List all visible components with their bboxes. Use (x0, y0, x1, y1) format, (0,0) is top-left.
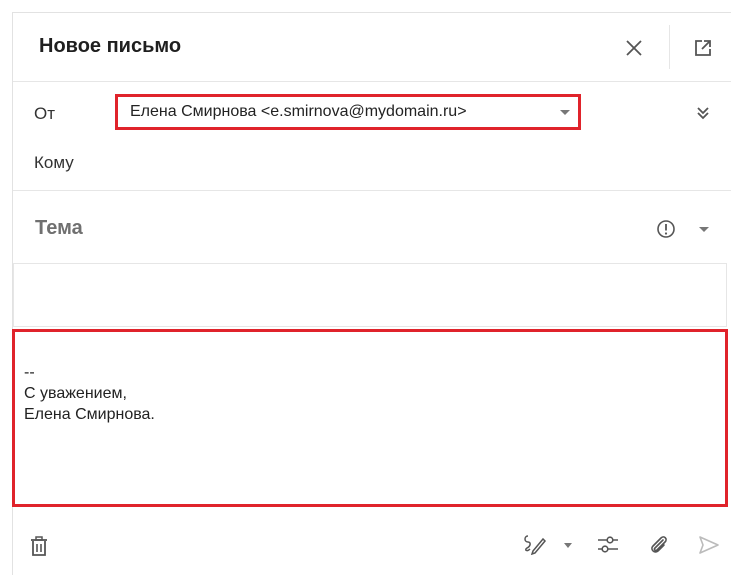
header-divider (669, 25, 670, 69)
from-label: От (34, 104, 56, 123)
send-icon (699, 536, 719, 554)
recipients-divider (13, 190, 731, 191)
from-value: Елена Смирнова <e.smirnova@mydomain.ru> (130, 103, 467, 120)
signature-line: С уважением, (24, 385, 127, 402)
message-body[interactable]: -- С уважением, Елена Смирнова. (12, 329, 728, 507)
editor-toolbar (13, 263, 727, 327)
signature-dropdown-caret[interactable] (564, 543, 572, 548)
close-icon (626, 40, 642, 56)
double-chevron-down-icon (697, 107, 709, 120)
signature: -- С уважением, Елена Смирнова. (24, 362, 155, 425)
sliders-icon (598, 536, 618, 553)
exclamation-circle-icon (657, 220, 675, 238)
compose-header: Новое письмо (13, 13, 731, 82)
to-input[interactable] (115, 143, 679, 185)
compose-window: Новое письмо От Елена Смирнова <e.smirno… (12, 12, 731, 575)
priority-dropdown-caret[interactable] (699, 227, 709, 232)
delete-draft-button[interactable] (27, 534, 51, 558)
from-select[interactable]: Елена Смирнова <e.smirnova@mydomain.ru> (115, 94, 581, 130)
subject-input[interactable] (33, 209, 597, 247)
trash-icon (31, 536, 47, 556)
compose-title: Новое письмо (39, 35, 182, 57)
popout-button[interactable] (689, 34, 717, 62)
signature-button[interactable] (522, 531, 548, 557)
to-label: Кому (34, 153, 74, 172)
expand-recipients-button[interactable] (691, 101, 715, 125)
signature-pen-icon (524, 535, 547, 555)
send-button[interactable] (696, 532, 722, 558)
popout-icon (695, 40, 711, 56)
paperclip-icon (651, 536, 667, 553)
signature-line: -- (24, 364, 35, 381)
options-button[interactable] (596, 533, 620, 557)
close-button[interactable] (619, 33, 649, 63)
priority-button[interactable] (654, 217, 678, 241)
chevron-down-icon (560, 110, 570, 115)
attach-button[interactable] (647, 533, 671, 557)
signature-line: Елена Смирнова. (24, 406, 155, 423)
